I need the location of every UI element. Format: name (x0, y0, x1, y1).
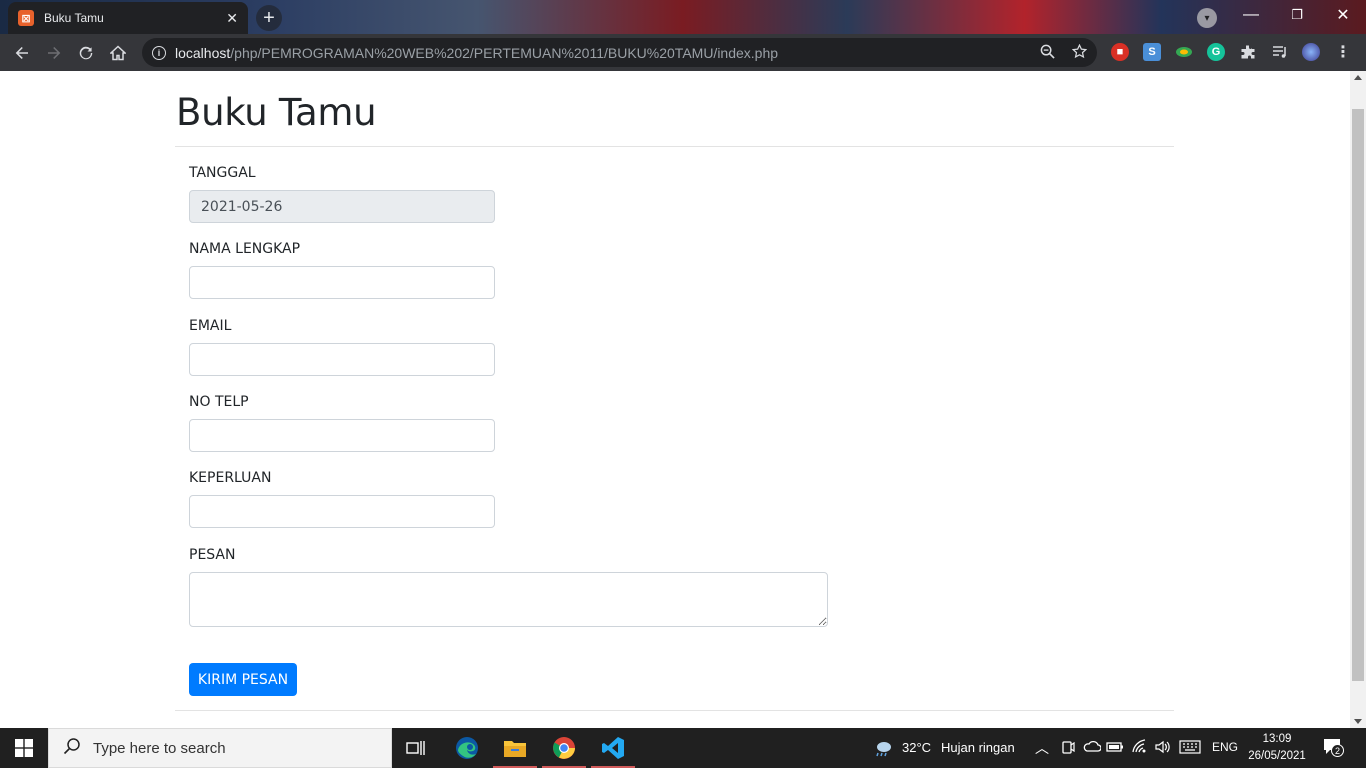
clock-date: 26/05/2021 (1248, 750, 1306, 762)
drive-extension-icon[interactable] (1175, 43, 1193, 61)
email-field[interactable] (189, 343, 495, 376)
page-scrollbar[interactable] (1350, 71, 1366, 728)
browser-tab[interactable]: ⊠ Buku Tamu ✕ (8, 2, 248, 34)
task-view-icon[interactable] (392, 728, 440, 768)
zoom-icon[interactable] (1040, 44, 1055, 63)
tanggal-field[interactable] (189, 190, 495, 223)
scrollbar-thumb[interactable] (1352, 109, 1364, 681)
keperluan-field[interactable] (189, 495, 495, 528)
battery-icon[interactable] (1106, 741, 1124, 756)
grammarly-extension-icon[interactable]: G (1207, 43, 1225, 61)
pesan-label: PESAN (189, 547, 236, 563)
notification-count-badge: 2 (1331, 744, 1344, 757)
adblock-extension-icon[interactable]: ■ (1111, 43, 1129, 61)
touch-keyboard-icon[interactable] (1179, 740, 1201, 757)
windows-taskbar: Type here to search 32°C Hujan ringan ︿ (0, 728, 1366, 768)
weather-temp[interactable]: 32°C (902, 740, 931, 755)
new-tab-button[interactable]: + (256, 5, 282, 31)
windows-start-icon[interactable] (0, 728, 48, 768)
tanggal-label: TANGGAL (189, 165, 256, 181)
taskbar-search-input[interactable]: Type here to search (48, 728, 392, 768)
clock-time: 13:09 (1262, 733, 1292, 745)
tab-search-icon[interactable]: ▾ (1197, 8, 1217, 28)
address-bar[interactable]: i localhost/php/PEMROGRAMAN%20WEB%202/PE… (142, 38, 1097, 67)
action-center-icon[interactable]: 2 (1323, 738, 1344, 757)
volume-icon[interactable] (1154, 739, 1170, 758)
site-info-icon[interactable]: i (152, 45, 166, 60)
onedrive-cloud-icon[interactable] (1083, 740, 1102, 755)
weather-desc[interactable]: Hujan ringan (941, 740, 1015, 755)
search-icon (63, 737, 81, 760)
show-hidden-icons-chevron-icon[interactable]: ︿ (1035, 738, 1049, 758)
language-indicator[interactable]: ENG (1212, 740, 1238, 754)
nama-lengkap-field[interactable] (189, 266, 495, 299)
restore-button[interactable]: ❐ (1274, 0, 1320, 30)
forward-icon[interactable] (42, 41, 66, 65)
vscode-icon[interactable] (589, 728, 637, 768)
chrome-icon[interactable] (540, 728, 588, 768)
no-telp-field[interactable] (189, 419, 495, 452)
no-telp-label: NO TELP (189, 394, 249, 410)
menu-kebab-icon[interactable]: ⋮ (1334, 43, 1352, 61)
browser-titlebar: ⊠ Buku Tamu ✕ + ▾ — ❐ ✕ (0, 0, 1366, 34)
media-control-icon[interactable] (1271, 43, 1289, 61)
nama-lengkap-label: NAMA LENGKAP (189, 241, 301, 257)
footer-divider (175, 710, 1174, 711)
minimize-button[interactable]: — (1228, 0, 1274, 30)
tab-title: Buku Tamu (44, 11, 104, 25)
page-title: Buku Tamu (176, 91, 377, 134)
url-text: localhost/php/PEMROGRAMAN%20WEB%202/PERT… (175, 44, 779, 61)
home-icon[interactable] (106, 41, 130, 65)
bookmark-star-icon[interactable] (1071, 43, 1088, 63)
s-extension-icon[interactable]: S (1143, 43, 1161, 61)
weather-icon[interactable] (873, 739, 893, 760)
extensions-puzzle-icon[interactable] (1239, 43, 1257, 61)
tab-close-icon[interactable]: ✕ (226, 10, 238, 27)
meet-now-icon[interactable] (1061, 739, 1075, 758)
pesan-textarea[interactable] (189, 572, 828, 627)
email-label: EMAIL (189, 318, 232, 334)
page-viewport: Buku Tamu TANGGAL NAMA LENGKAP EMAIL NO … (0, 71, 1350, 728)
xampp-favicon-icon: ⊠ (18, 10, 34, 26)
edge-browser-icon[interactable] (443, 728, 491, 768)
profile-avatar[interactable] (1302, 43, 1320, 61)
back-icon[interactable] (10, 41, 34, 65)
search-placeholder: Type here to search (93, 739, 226, 757)
taskbar-clock[interactable]: 13:09 26/05/2021 (1244, 731, 1310, 765)
scroll-down-icon[interactable] (1354, 719, 1362, 724)
reload-icon[interactable] (74, 41, 98, 65)
scroll-up-icon[interactable] (1354, 75, 1362, 80)
keperluan-label: KEPERLUAN (189, 470, 272, 486)
close-window-button[interactable]: ✕ (1320, 0, 1366, 30)
file-explorer-icon[interactable] (491, 728, 539, 768)
browser-toolbar: i localhost/php/PEMROGRAMAN%20WEB%202/PE… (0, 34, 1366, 71)
kirim-pesan-button[interactable]: KIRIM PESAN (189, 663, 297, 696)
wifi-icon[interactable] (1132, 739, 1148, 758)
title-divider (175, 146, 1174, 147)
